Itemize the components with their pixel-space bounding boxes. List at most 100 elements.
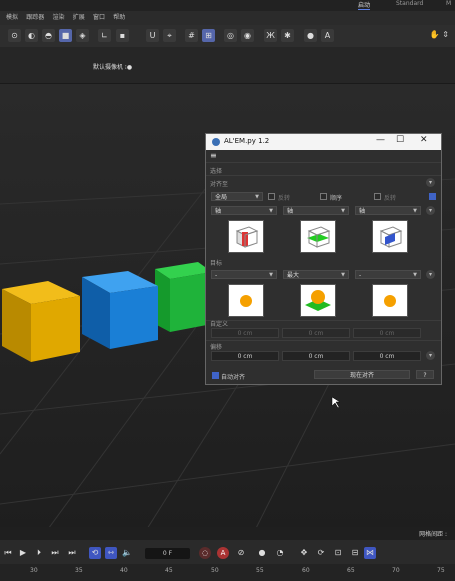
axis-icon[interactable]: ⌖ — [163, 29, 176, 42]
invert-checkbox[interactable] — [268, 193, 275, 200]
menu-tracker[interactable]: 跟踪器 — [26, 11, 44, 25]
move-key-icon[interactable]: ✥ — [298, 547, 310, 559]
light-icon[interactable]: ◎ — [224, 29, 237, 42]
help-button[interactable]: ? — [416, 370, 434, 379]
sound-icon[interactable]: 🔈 — [121, 547, 133, 559]
go-start-icon[interactable]: ⏮ — [2, 547, 14, 559]
ruler-tick: 60 — [302, 567, 310, 574]
auto-align-label: 自动对齐 — [221, 374, 246, 381]
step-forward-icon[interactable]: ⏵ — [33, 547, 45, 559]
offset-reset-icon[interactable]: ▾ — [426, 351, 435, 360]
axis-z-preview-icon[interactable] — [372, 220, 408, 253]
align-target-value: 全局 — [215, 194, 228, 201]
cube-icon[interactable]: ■ — [59, 29, 72, 42]
rotate-key-icon[interactable]: ⟳ — [315, 547, 327, 559]
target-select-y[interactable]: 最大 ▼ — [283, 270, 349, 279]
ruler-tick: 65 — [347, 567, 355, 574]
render-icon[interactable]: ◉ — [241, 29, 254, 42]
reverse-checkbox[interactable] — [374, 193, 381, 200]
current-frame-field[interactable]: 0 F — [145, 548, 190, 559]
offset-z-field[interactable]: 0 cm — [353, 351, 421, 361]
target-select-x[interactable]: - ▼ — [211, 270, 277, 279]
offset-y-field[interactable]: 0 cm — [282, 351, 350, 361]
loop-icon[interactable]: ⟲ — [89, 547, 101, 559]
scale-key-icon[interactable]: ⊡ — [332, 547, 344, 559]
camera-label[interactable]: 默认摄像机 ⁝● — [93, 62, 132, 71]
keyframe-icon[interactable]: ● — [256, 547, 268, 559]
sphere-icon[interactable]: ● — [304, 29, 317, 42]
layout-tab-startup[interactable]: 启动 — [358, 0, 371, 10]
timeline-ruler[interactable]: 30 35 40 45 50 55 60 65 70 75 — [0, 564, 455, 581]
axis-select-y[interactable]: 轴 ▼ — [283, 206, 349, 215]
axis-select-x[interactable]: 轴 ▼ — [211, 206, 277, 215]
layout-tab-standard[interactable]: Standard — [396, 0, 423, 7]
blue-cube[interactable] — [82, 271, 158, 349]
range-icon[interactable]: ⇿ — [105, 547, 117, 559]
menu-simulate[interactable]: 模拟 — [6, 11, 18, 25]
menu-icon[interactable]: ≡ — [210, 151, 217, 160]
edges-icon[interactable]: ▪ — [116, 29, 129, 42]
menu-extensions[interactable]: 扩展 — [73, 11, 85, 25]
menu-window[interactable]: 窗口 — [93, 11, 105, 25]
key-icon[interactable]: ⊘ — [235, 547, 247, 559]
close-icon[interactable]: ✕ — [420, 135, 428, 145]
divider — [206, 162, 441, 163]
param-key-icon[interactable]: ⊟ — [349, 547, 361, 559]
target-reset-icon[interactable]: ▾ — [426, 270, 435, 279]
ruler-tick: 45 — [165, 567, 173, 574]
minimize-icon[interactable]: — — [376, 135, 385, 145]
custom-x-field[interactable]: 0 cm — [211, 328, 279, 338]
menu-render[interactable]: 渲染 — [53, 11, 65, 25]
order-checkbox[interactable] — [320, 193, 327, 200]
points-icon[interactable]: ∟ — [98, 29, 111, 42]
section-offset-label: 偏移 — [210, 344, 223, 351]
yellow-cube[interactable] — [2, 281, 80, 362]
snap-icon[interactable]: # — [185, 29, 198, 42]
model-icon[interactable]: ◈ — [76, 29, 89, 42]
ruler-tick: 40 — [120, 567, 128, 574]
target-y-preview-icon[interactable] — [300, 284, 336, 317]
scale-icon[interactable]: ◐ — [25, 29, 38, 42]
axis-select-z[interactable]: 轴 ▼ — [355, 206, 421, 215]
a-icon[interactable]: A — [321, 29, 334, 42]
timeline-bar: ⏮ ▶ ⏵ ⏭ ⏭ ⟲ ⇿ 🔈 0 F ◌ A ⊘ ● ◔ ✥ ⟳ ⊡ ⊟ ⋈ … — [0, 540, 455, 581]
target-x-preview-icon[interactable] — [228, 284, 264, 317]
grid-icon[interactable]: ⊞ — [202, 29, 215, 42]
hand-icon[interactable]: ✋ ⇕ — [430, 30, 449, 39]
offset-x-field[interactable]: 0 cm — [211, 351, 279, 361]
motion-icon[interactable]: ◔ — [274, 547, 286, 559]
layout-tab-more[interactable]: M — [446, 0, 451, 7]
custom-y-field[interactable]: 0 cm — [282, 328, 350, 338]
green-cube[interactable] — [155, 262, 212, 332]
autokey-icon[interactable]: ◌ — [199, 547, 211, 559]
next-key-icon[interactable]: ⏭ — [49, 547, 61, 559]
collapse-icon[interactable]: ▾ — [426, 178, 435, 187]
axis-x-preview-icon[interactable] — [228, 220, 264, 253]
pla-key-icon[interactable]: ⋈ — [364, 547, 376, 559]
ruler-tick: 75 — [437, 567, 445, 574]
axis-reset-icon[interactable]: ▾ — [426, 206, 435, 215]
plugin-title-bar[interactable]: AL'EM.py 1.2 — ☐ ✕ — [206, 134, 441, 150]
target-z-preview-icon[interactable] — [372, 284, 408, 317]
butterfly-icon[interactable]: Ж — [264, 29, 277, 42]
divider — [206, 340, 441, 341]
magnet-icon[interactable]: U — [146, 29, 159, 42]
auto-align-checkbox[interactable] — [212, 372, 219, 379]
target-y-value: 最大 — [287, 272, 300, 279]
custom-z-field[interactable]: 0 cm — [353, 328, 421, 338]
align-target-select[interactable]: 全局 ▼ — [211, 192, 263, 201]
play-icon[interactable]: ▶ — [17, 547, 29, 559]
go-end-icon[interactable]: ⏭ — [66, 547, 78, 559]
move-icon[interactable]: ⊙ — [8, 29, 21, 42]
axis-y-preview-icon[interactable] — [300, 220, 336, 253]
maximize-icon[interactable]: ☐ — [396, 135, 404, 145]
gear-icon[interactable]: ✱ — [281, 29, 294, 42]
align-now-button[interactable]: 现在对齐 — [314, 370, 410, 379]
record-icon[interactable]: A — [217, 547, 229, 559]
rotate-icon[interactable]: ◓ — [42, 29, 55, 42]
option-checkbox[interactable] — [429, 193, 436, 200]
axis-x-value: 轴 — [215, 208, 222, 215]
target-select-z[interactable]: - ▼ — [355, 270, 421, 279]
menu-help[interactable]: 帮助 — [113, 11, 125, 25]
ruler-tick: 55 — [256, 567, 264, 574]
